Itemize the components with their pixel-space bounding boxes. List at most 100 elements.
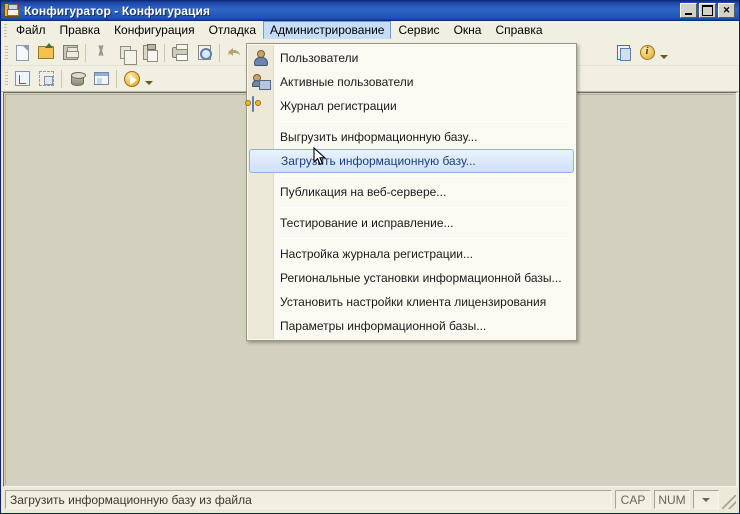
paste-icon [142,44,158,62]
menu-service-label: Сервис [398,23,440,37]
menu-item-import-infobase-label: Загрузить информационную базу... [281,154,476,168]
menu-item-registration-log[interactable]: Журнал регистрации [247,94,576,118]
run-debug-icon [124,70,140,87]
toolbar-overflow-button-2[interactable] [144,68,154,90]
cut-button[interactable] [90,42,112,64]
window-title: Конфигуратор - Конфигурация [24,3,211,18]
config-tree-button[interactable] [11,68,33,90]
maximize-button[interactable] [699,3,716,18]
minimize-button[interactable] [680,3,697,18]
print-preview-button[interactable] [193,42,215,64]
application-window: Конфигуратор - Конфигурация ✕ Файл Правк… [0,0,740,514]
menu-windows-label: Окна [453,23,482,37]
menu-item-export-infobase[interactable]: Выгрузить информационную базу... [247,125,576,149]
resize-grip[interactable] [722,495,736,509]
config-compare-icon [38,71,54,86]
open-icon [38,43,54,59]
menu-separator [280,176,570,177]
menu-item-license-client-settings-label: Установить настройки клиента лицензирова… [280,295,547,309]
registration-log-icon [252,96,270,115]
config-compare-button[interactable] [35,68,57,90]
menu-item-web-publish-label: Публикация на веб-сервере... [280,185,447,199]
paste-button[interactable] [138,42,160,64]
menu-file[interactable]: Файл [9,21,53,39]
menu-separator [280,207,570,208]
user-icon [252,49,270,67]
save-icon [62,45,79,60]
title-bar: Конфигуратор - Конфигурация ✕ [1,0,739,21]
toolbar-separator [85,43,86,62]
menu-separator [280,121,570,122]
print-icon [172,44,188,61]
menu-administration-label: Администрирование [270,23,385,37]
status-message: Загрузить информационную базу из файла [5,490,612,509]
menu-item-export-infobase-label: Выгрузить информационную базу... [280,130,478,144]
database-button[interactable] [66,68,88,90]
menu-debug[interactable]: Отладка [202,21,263,39]
menu-item-regional-settings-label: Региональные установки информационной ба… [280,271,562,285]
caps-lock-indicator: CAP [615,490,651,509]
app-config-icon [4,2,20,19]
menu-edit[interactable]: Правка [53,21,108,39]
menu-debug-label: Отладка [208,23,257,37]
num-lock-indicator: NUM [654,490,690,509]
active-users-icon [252,73,270,91]
menu-item-license-client-settings[interactable]: Установить настройки клиента лицензирова… [247,290,576,314]
menu-windows[interactable]: Окна [447,21,489,39]
menu-help[interactable]: Справка [488,21,549,39]
menu-service[interactable]: Сервис [391,21,446,39]
cut-icon [94,45,108,60]
menu-help-label: Справка [495,23,543,37]
syntax-assistant-button[interactable] [612,42,634,64]
menu-item-regional-settings[interactable]: Региональные установки информационной ба… [247,266,576,290]
menu-configuration[interactable]: Конфигурация [107,21,202,39]
menu-bar: Файл Правка Конфигурация Отладка Админис… [1,21,739,40]
info-button[interactable] [636,42,658,64]
open-button[interactable] [35,42,57,64]
toolbar-separator [219,43,220,62]
menu-item-import-infobase[interactable]: Загрузить информационную базу... [249,149,574,173]
toolbar-standard-grip[interactable] [2,46,10,59]
window-controls: ✕ [680,3,737,18]
menu-item-web-publish[interactable]: Публикация на веб-сервере... [247,180,576,204]
copy-button[interactable] [114,42,137,65]
copy-icon [119,46,137,65]
toolbar-separator [164,43,165,62]
save-button[interactable] [59,42,81,64]
menu-item-infobase-parameters-label: Параметры информационной базы... [280,319,487,333]
config-tree-icon [14,71,30,86]
undo-icon [228,47,242,59]
undo-button[interactable] [224,42,246,64]
menu-item-infobase-parameters[interactable]: Параметры информационной базы... [247,314,576,338]
interface-button[interactable] [90,68,112,90]
menu-item-registration-log-label: Журнал регистрации [280,99,397,113]
menu-separator [280,238,570,239]
interface-icon [93,72,109,85]
status-bar: Загрузить информационную базу из файла C… [1,487,739,513]
menu-item-log-settings-label: Настройка журнала регистрации... [280,247,473,261]
toolbar-separator [61,69,62,88]
new-icon [15,44,29,61]
menu-item-test-and-repair-label: Тестирование и исправление... [280,216,454,230]
menu-administration[interactable]: Администрирование [263,21,392,39]
print-preview-icon [197,45,212,60]
menu-item-users[interactable]: Пользователи [247,46,576,70]
menu-item-log-settings[interactable]: Настройка журнала регистрации... [247,242,576,266]
menu-item-active-users[interactable]: Активные пользователи [247,70,576,94]
menu-item-active-users-label: Активные пользователи [280,75,414,89]
database-icon [70,71,86,86]
print-button[interactable] [169,42,191,64]
menubar-grip[interactable] [1,21,9,39]
toolbar-overflow-button[interactable] [659,42,669,64]
menu-item-users-label: Пользователи [280,51,359,65]
menu-edit-label: Правка [59,23,101,37]
status-dropdown-button[interactable] [693,490,719,509]
run-debug-button[interactable] [121,68,143,90]
close-button[interactable]: ✕ [718,3,735,18]
menu-file-label: Файл [16,23,46,37]
administration-dropdown-menu: Пользователи Активные пользователи Журна… [246,43,577,341]
toolbar-configuration-grip[interactable] [2,72,10,85]
new-button[interactable] [11,42,33,64]
info-icon [639,45,655,60]
menu-item-test-and-repair[interactable]: Тестирование и исправление... [247,211,576,235]
